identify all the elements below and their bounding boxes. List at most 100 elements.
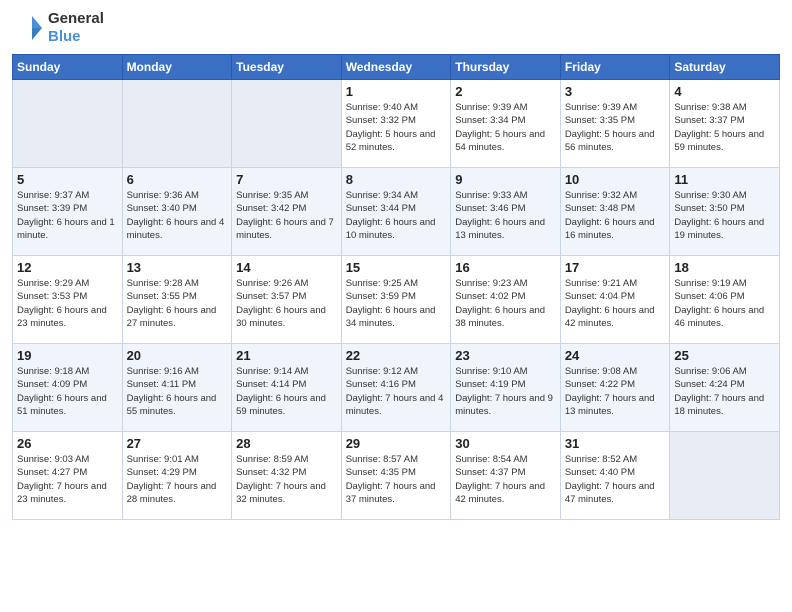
day-number: 1 — [346, 84, 447, 99]
weekday-header-thursday: Thursday — [451, 55, 561, 80]
weekday-header-tuesday: Tuesday — [232, 55, 342, 80]
calendar-cell: 10Sunrise: 9:32 AM Sunset: 3:48 PM Dayli… — [560, 168, 670, 256]
day-info: Sunrise: 9:03 AM Sunset: 4:27 PM Dayligh… — [17, 453, 118, 506]
calendar-week-row: 1 Sunrise: 9:40 AM Sunset: 3:32 PM Daylig… — [13, 80, 780, 168]
day-number: 19 — [17, 348, 118, 363]
day-info: Sunrise: 9:19 AM Sunset: 4:06 PM Dayligh… — [674, 277, 775, 330]
generalblue-logo-icon — [12, 12, 44, 44]
day-info: Sunrise: 9:30 AM Sunset: 3:50 PM Dayligh… — [674, 189, 775, 242]
calendar-cell: 9 Sunrise: 9:33 AM Sunset: 3:46 PM Daylig… — [451, 168, 561, 256]
calendar-cell: 17 Sunrise: 9:21 AM Sunset: 4:04 PM Dayli… — [560, 256, 670, 344]
calendar-cell: 5Sunrise: 9:37 AM Sunset: 3:39 PM Daylig… — [13, 168, 123, 256]
calendar-cell — [232, 80, 342, 168]
day-info: Sunrise: 9:23 AM Sunset: 4:02 PM Dayligh… — [455, 277, 556, 330]
day-info: Sunrise: 9:06 AM Sunset: 4:24 PM Dayligh… — [674, 365, 775, 418]
day-info: Sunrise: 9:28 AM Sunset: 3:55 PM Dayligh… — [127, 277, 228, 330]
logo-blue-text: Blue — [48, 28, 104, 46]
day-number: 31 — [565, 436, 666, 451]
calendar-cell: 8Sunrise: 9:34 AM Sunset: 3:44 PM Daylig… — [341, 168, 451, 256]
day-info: Sunrise: 8:52 AM Sunset: 4:40 PM Dayligh… — [565, 453, 666, 506]
logo-general-text: General — [48, 10, 104, 28]
day-number: 5 — [17, 172, 118, 187]
day-number: 6 — [127, 172, 228, 187]
day-info: Sunrise: 9:01 AM Sunset: 4:29 PM Dayligh… — [127, 453, 228, 506]
day-info: Sunrise: 8:57 AM Sunset: 4:35 PM Dayligh… — [346, 453, 447, 506]
logo: General Blue — [12, 10, 104, 46]
day-number: 11 — [674, 172, 775, 187]
day-number: 28 — [236, 436, 337, 451]
day-number: 21 — [236, 348, 337, 363]
calendar-cell: 27 Sunrise: 9:01 AM Sunset: 4:29 PM Dayli… — [122, 432, 232, 520]
calendar-cell: 23Sunrise: 9:10 AM Sunset: 4:19 PM Dayli… — [451, 344, 561, 432]
day-info: Sunrise: 9:25 AM Sunset: 3:59 PM Dayligh… — [346, 277, 447, 330]
day-info: Sunrise: 9:36 AM Sunset: 3:40 PM Dayligh… — [127, 189, 228, 242]
day-number: 22 — [346, 348, 447, 363]
day-info: Sunrise: 9:08 AM Sunset: 4:22 PM Dayligh… — [565, 365, 666, 418]
day-info: Sunrise: 9:38 AM Sunset: 3:37 PM Dayligh… — [674, 101, 775, 154]
day-number: 12 — [17, 260, 118, 275]
calendar-cell: 31 Sunrise: 8:52 AM Sunset: 4:40 PM Dayli… — [560, 432, 670, 520]
day-number: 13 — [127, 260, 228, 275]
calendar-table: SundayMondayTuesdayWednesdayThursdayFrid… — [12, 54, 780, 520]
day-info: Sunrise: 9:39 AM Sunset: 3:35 PM Dayligh… — [565, 101, 666, 154]
calendar-cell: 29 Sunrise: 8:57 AM Sunset: 4:35 PM Dayli… — [341, 432, 451, 520]
day-info: Sunrise: 9:40 AM Sunset: 3:32 PM Dayligh… — [346, 101, 447, 154]
calendar-cell: 7Sunrise: 9:35 AM Sunset: 3:42 PM Daylig… — [232, 168, 342, 256]
calendar-header-row: SundayMondayTuesdayWednesdayThursdayFrid… — [13, 55, 780, 80]
calendar-week-row: 26 Sunrise: 9:03 AM Sunset: 4:27 PM Dayli… — [13, 432, 780, 520]
day-info: Sunrise: 8:59 AM Sunset: 4:32 PM Dayligh… — [236, 453, 337, 506]
day-number: 24 — [565, 348, 666, 363]
day-number: 9 — [455, 172, 556, 187]
calendar-cell: 22Sunrise: 9:12 AM Sunset: 4:16 PM Dayli… — [341, 344, 451, 432]
calendar-week-row: 19Sunrise: 9:18 AM Sunset: 4:09 PM Dayli… — [13, 344, 780, 432]
calendar-cell: 1 Sunrise: 9:40 AM Sunset: 3:32 PM Daylig… — [341, 80, 451, 168]
day-number: 27 — [127, 436, 228, 451]
day-info: Sunrise: 9:14 AM Sunset: 4:14 PM Dayligh… — [236, 365, 337, 418]
calendar-cell: 12 Sunrise: 9:29 AM Sunset: 3:53 PM Dayli… — [13, 256, 123, 344]
calendar-cell: 13 Sunrise: 9:28 AM Sunset: 3:55 PM Dayli… — [122, 256, 232, 344]
day-number: 23 — [455, 348, 556, 363]
day-info: Sunrise: 9:16 AM Sunset: 4:11 PM Dayligh… — [127, 365, 228, 418]
day-info: Sunrise: 9:35 AM Sunset: 3:42 PM Dayligh… — [236, 189, 337, 242]
day-info: Sunrise: 9:26 AM Sunset: 3:57 PM Dayligh… — [236, 277, 337, 330]
day-number: 15 — [346, 260, 447, 275]
calendar-cell: 20 Sunrise: 9:16 AM Sunset: 4:11 PM Dayli… — [122, 344, 232, 432]
day-number: 16 — [455, 260, 556, 275]
day-number: 25 — [674, 348, 775, 363]
calendar-cell: 21 Sunrise: 9:14 AM Sunset: 4:14 PM Dayli… — [232, 344, 342, 432]
day-number: 3 — [565, 84, 666, 99]
day-info: Sunrise: 9:34 AM Sunset: 3:44 PM Dayligh… — [346, 189, 447, 242]
calendar-cell: 15 Sunrise: 9:25 AM Sunset: 3:59 PM Dayli… — [341, 256, 451, 344]
calendar-cell: 2Sunrise: 9:39 AM Sunset: 3:34 PM Daylig… — [451, 80, 561, 168]
day-info: Sunrise: 9:39 AM Sunset: 3:34 PM Dayligh… — [455, 101, 556, 154]
calendar-cell: 19Sunrise: 9:18 AM Sunset: 4:09 PM Dayli… — [13, 344, 123, 432]
calendar-cell: 14 Sunrise: 9:26 AM Sunset: 3:57 PM Dayli… — [232, 256, 342, 344]
day-number: 26 — [17, 436, 118, 451]
header: General Blue — [12, 10, 780, 46]
day-number: 4 — [674, 84, 775, 99]
calendar-cell: 25 Sunrise: 9:06 AM Sunset: 4:24 PM Dayli… — [670, 344, 780, 432]
calendar-cell: 4 Sunrise: 9:38 AM Sunset: 3:37 PM Daylig… — [670, 80, 780, 168]
calendar-cell — [670, 432, 780, 520]
calendar-cell: 16 Sunrise: 9:23 AM Sunset: 4:02 PM Dayli… — [451, 256, 561, 344]
calendar-cell — [13, 80, 123, 168]
calendar-cell: 11 Sunrise: 9:30 AM Sunset: 3:50 PM Dayli… — [670, 168, 780, 256]
day-number: 18 — [674, 260, 775, 275]
day-number: 29 — [346, 436, 447, 451]
day-number: 10 — [565, 172, 666, 187]
day-number: 20 — [127, 348, 228, 363]
calendar-cell: 6 Sunrise: 9:36 AM Sunset: 3:40 PM Daylig… — [122, 168, 232, 256]
calendar-cell: 30Sunrise: 8:54 AM Sunset: 4:37 PM Dayli… — [451, 432, 561, 520]
day-number: 17 — [565, 260, 666, 275]
calendar-cell — [122, 80, 232, 168]
calendar-cell: 3 Sunrise: 9:39 AM Sunset: 3:35 PM Daylig… — [560, 80, 670, 168]
day-info: Sunrise: 9:33 AM Sunset: 3:46 PM Dayligh… — [455, 189, 556, 242]
weekday-header-monday: Monday — [122, 55, 232, 80]
day-info: Sunrise: 9:29 AM Sunset: 3:53 PM Dayligh… — [17, 277, 118, 330]
calendar-week-row: 12 Sunrise: 9:29 AM Sunset: 3:53 PM Dayli… — [13, 256, 780, 344]
calendar-cell: 24 Sunrise: 9:08 AM Sunset: 4:22 PM Dayli… — [560, 344, 670, 432]
day-number: 14 — [236, 260, 337, 275]
weekday-header-friday: Friday — [560, 55, 670, 80]
calendar-cell: 18 Sunrise: 9:19 AM Sunset: 4:06 PM Dayli… — [670, 256, 780, 344]
day-info: Sunrise: 9:21 AM Sunset: 4:04 PM Dayligh… — [565, 277, 666, 330]
